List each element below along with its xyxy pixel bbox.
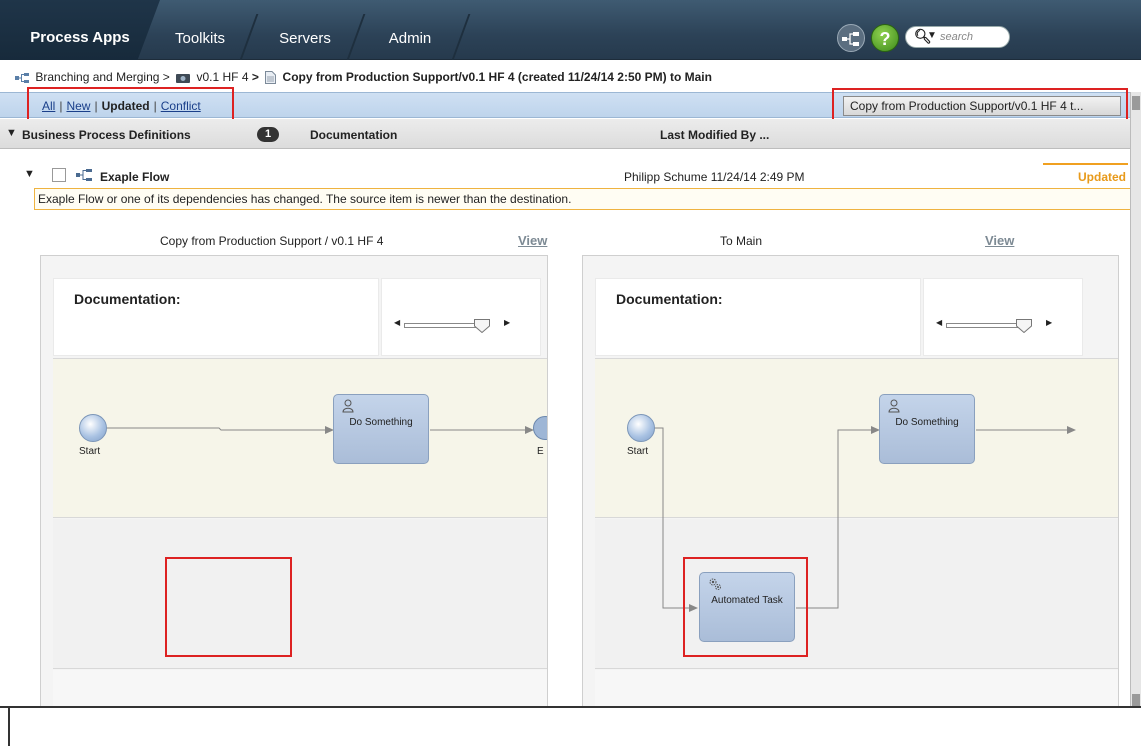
updated-indicator-line [1043, 163, 1128, 165]
right-comparison-panel: Documentation: ◀ ▶ Start Do Something Au… [582, 255, 1119, 715]
chevron-down-icon[interactable]: ▼ [927, 30, 937, 41]
help-button[interactable]: ? [871, 24, 899, 52]
search-placeholder: search [940, 31, 974, 43]
left-comparison-panel: Documentation: ◀ ▶ Start Do Something E [40, 255, 548, 715]
right-start-event[interactable] [627, 414, 655, 442]
breadcrumb-item-snapshot[interactable]: v0.1 HF 4 [196, 70, 248, 84]
breadcrumb-item-current: Copy from Production Support/v0.1 HF 4 (… [282, 70, 712, 84]
process-flow-icon [842, 32, 859, 46]
left-task-do-something[interactable]: Do Something [333, 394, 429, 464]
breadcrumb-separator: > [251, 70, 259, 84]
right-panel-title: To Main [720, 234, 763, 248]
breadcrumb-separator: > [162, 70, 170, 84]
top-nav-bar: Process Apps Toolkits Servers Admin ? 🔍︎… [0, 0, 1141, 60]
right-task-label: Do Something [895, 417, 959, 428]
snapshot-camera-icon [176, 73, 191, 83]
highlight-box-new-task [683, 557, 808, 657]
tab-process-apps[interactable]: Process Apps [0, 0, 160, 60]
user-task-icon [888, 399, 900, 413]
process-app-icon [15, 72, 29, 83]
left-start-event[interactable] [79, 414, 107, 442]
document-icon [265, 71, 277, 85]
process-flow-icon [76, 169, 92, 181]
right-start-label: Start [627, 446, 649, 457]
item-status-badge: Updated [1078, 170, 1126, 184]
vertical-scrollbar[interactable] [1130, 92, 1141, 710]
tab-toolkits[interactable]: Toolkits [150, 14, 250, 60]
left-panel-title: Copy from Production Support / v0.1 HF 4 [160, 234, 384, 248]
left-end-label: E [537, 446, 544, 457]
left-flow-connectors [107, 426, 534, 434]
item-change-message: Exaple Flow or one of its dependencies h… [34, 188, 1132, 210]
expand-arrow-icon[interactable]: ▼ [24, 168, 35, 180]
left-view-link[interactable]: View [518, 233, 547, 248]
highlight-box-copy-button [832, 88, 1128, 123]
search-input[interactable]: 🔍︎ ▼ search [905, 26, 1010, 48]
column-documentation: Documentation [310, 128, 398, 142]
process-flow-button[interactable] [837, 24, 865, 52]
collapse-arrow-icon[interactable]: ▼ [6, 127, 17, 139]
left-start-label: Start [79, 446, 101, 457]
tab-admin[interactable]: Admin [360, 14, 460, 60]
column-last-modified[interactable]: Last Modified By ... [660, 128, 769, 142]
column-header: ▼ Business Process Definitions 1 Documen… [0, 119, 1130, 149]
item-name[interactable]: Exaple Flow [100, 170, 169, 184]
right-view-link[interactable]: View [985, 233, 1014, 248]
user-task-icon [342, 399, 354, 413]
left-task-label: Do Something [349, 417, 413, 428]
column-definitions: Business Process Definitions [22, 128, 191, 142]
right-flow-connectors [645, 426, 1076, 612]
window-left-frame [8, 706, 10, 746]
scroll-down-arrow[interactable] [1132, 694, 1140, 706]
item-row: ▼ Exaple Flow Philipp Schume 11/24/14 2:… [18, 160, 1128, 188]
highlight-box-missing-task [165, 557, 292, 657]
count-badge: 1 [257, 127, 279, 142]
item-checkbox[interactable] [52, 168, 66, 182]
window-bottom-frame [0, 706, 1141, 746]
app-window: Process Apps Toolkits Servers Admin ? 🔍︎… [0, 0, 1141, 746]
item-modified-by: Philipp Schume 11/24/14 2:49 PM [624, 170, 805, 184]
right-task-do-something[interactable]: Do Something [879, 394, 975, 464]
breadcrumb-item-app[interactable]: Branching and Merging [35, 70, 159, 84]
scroll-up-arrow[interactable] [1132, 96, 1140, 110]
help-icon: ? [879, 29, 891, 49]
tab-servers[interactable]: Servers [255, 14, 355, 60]
